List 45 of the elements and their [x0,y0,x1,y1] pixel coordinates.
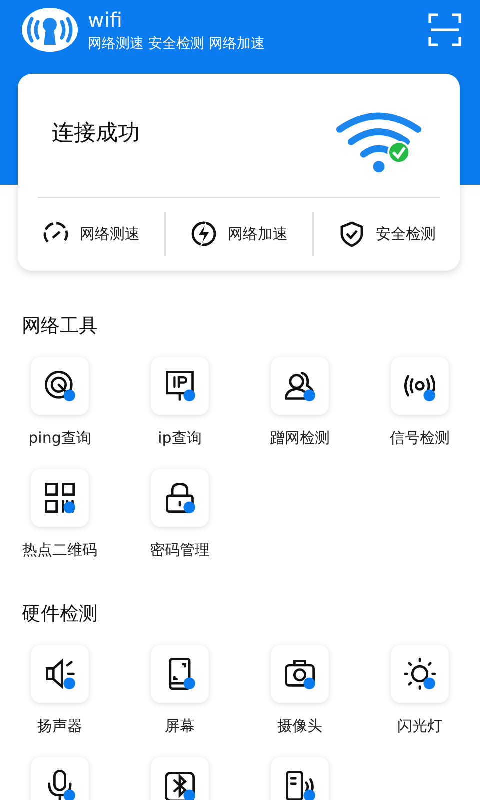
tool-label: 蹭网检测 [270,429,330,447]
tool-tile[interactable] [391,645,449,703]
tool-label: 热点二维码 [22,541,98,559]
lock-icon [163,481,197,515]
sun-icon [403,657,437,691]
scan-button[interactable] [428,13,462,47]
app-subtitle: 网络测速 安全检测 网络加速 [88,35,266,54]
bluetooth-icon [163,769,197,800]
tool-label: ip查询 [158,429,202,447]
feature-button[interactable]: 安全检测 [314,219,460,249]
target-icon [43,369,77,403]
scan-icon [428,13,462,47]
tool-label: 扬声器 [38,717,82,735]
tool-tile[interactable] [151,757,209,800]
tool-tile[interactable] [31,757,89,800]
qr-code-icon [43,481,77,515]
section-title: 硬件检测 [21,602,99,627]
feature-button[interactable]: 网络测速 [18,219,164,249]
tool-label: 密码管理 [150,541,210,559]
app-title: wifi [88,7,124,33]
tool-tile[interactable] [31,645,89,703]
tool-label: 闪光灯 [398,717,442,735]
tool-tile[interactable] [271,645,329,703]
lightning-icon [190,220,218,248]
wifi-logo-icon [20,5,80,55]
tool-tile[interactable] [151,469,209,527]
speaker-icon [43,657,77,691]
tool-tile[interactable] [31,469,89,527]
section-title: 网络工具 [21,314,99,339]
tool-label: 屏幕 [165,717,195,735]
tool-tile[interactable] [271,357,329,415]
tool-tile[interactable] [391,357,449,415]
ip-sign-icon [163,369,197,403]
tool-tile[interactable] [31,357,89,415]
users-icon [283,369,317,403]
tool-tile[interactable] [151,357,209,415]
tool-label: 信号检测 [390,429,450,447]
feature-button[interactable]: 网络加速 [166,219,312,249]
tool-label: 摄像头 [278,717,322,735]
tool-tile[interactable] [151,645,209,703]
tool-label: ping查询 [28,429,92,447]
connection-status: 连接成功 [52,120,140,148]
phone-signal-icon [283,769,317,800]
camera-icon [283,657,317,691]
tool-tile[interactable] [271,757,329,800]
